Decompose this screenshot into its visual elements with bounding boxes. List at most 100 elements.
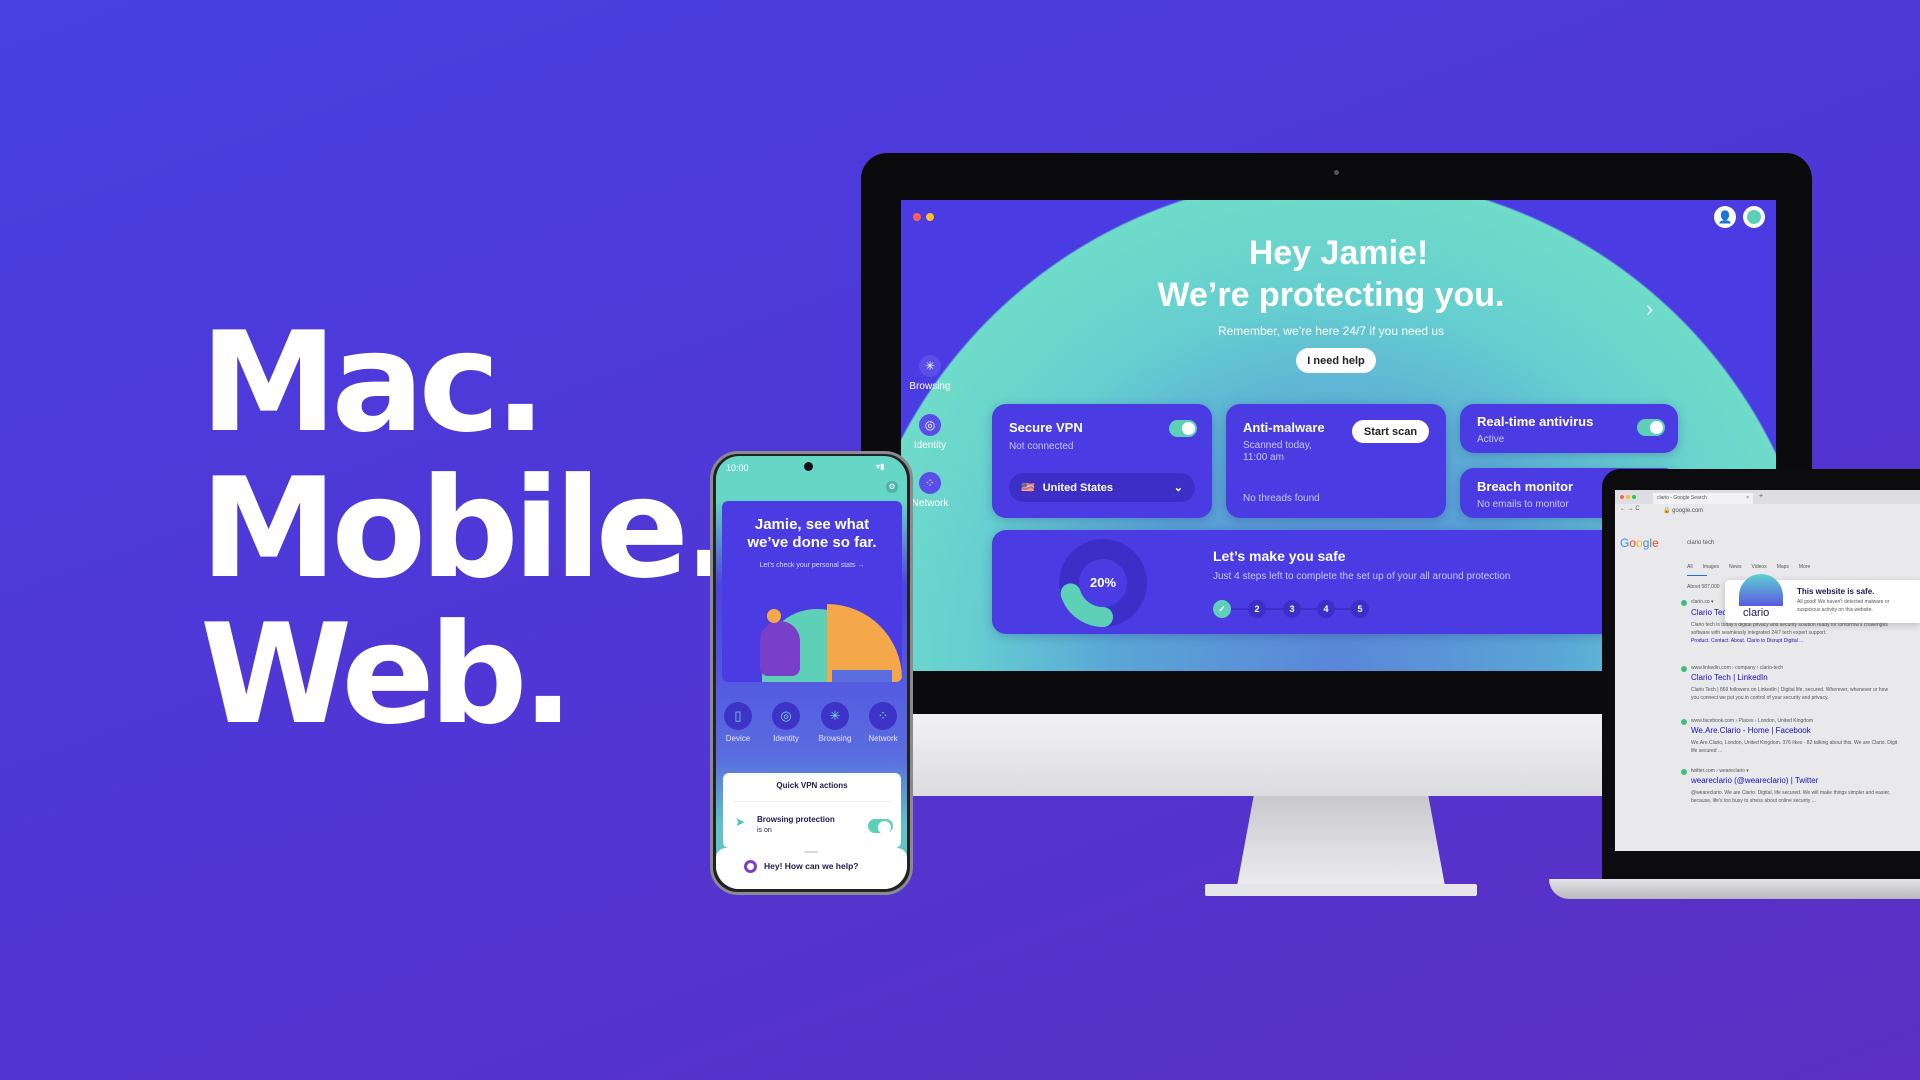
network-icon: ⁘: [869, 702, 897, 730]
result-desc: life secured ...: [1691, 748, 1723, 754]
need-help-button[interactable]: I need help: [1296, 348, 1376, 373]
illustration-person: [760, 621, 800, 676]
chat-bubble-icon: [744, 860, 757, 873]
search-tab-images[interactable]: Images: [1703, 564, 1719, 570]
result-desc: you connect we put you in control of you…: [1691, 695, 1829, 701]
safe-check-icon: [1681, 666, 1687, 672]
step-4[interactable]: 4: [1317, 600, 1335, 618]
banner-title-line1: Jamie, see what: [754, 516, 870, 533]
quick-vpn-card: Quick VPN actions ➤ Browsing protection …: [723, 773, 901, 848]
identity-icon: ◎: [772, 702, 800, 730]
monitor-stand: [1237, 796, 1445, 886]
result-desc: because, life's too busy to stress about…: [1691, 798, 1816, 804]
search-tab-all[interactable]: All: [1687, 564, 1693, 570]
card-title: Secure VPN: [1009, 420, 1083, 435]
result-desc: We.Are.Clario, London, United Kingdom. 3…: [1691, 740, 1898, 746]
card-title: Anti-malware: [1243, 420, 1325, 435]
nav-label: Browsing: [818, 734, 852, 743]
card-status: Not connected: [1009, 441, 1074, 452]
window-close-button[interactable]: [913, 213, 921, 221]
active-tab-underline: [1687, 575, 1707, 576]
search-tab-maps[interactable]: Maps: [1777, 564, 1789, 570]
search-tab-news[interactable]: News: [1729, 564, 1742, 570]
illustration-person-head: [767, 609, 781, 623]
clario-safe-popup: clario This website is safe. All good! W…: [1725, 574, 1920, 623]
search-tab-more[interactable]: More: [1799, 564, 1810, 570]
window-minimize-button[interactable]: [926, 213, 934, 221]
browser-tab[interactable]: clario - Google Search ×: [1653, 493, 1753, 504]
setup-title: Let’s make you safe: [1213, 548, 1346, 564]
greeting-title: Hey Jamie!: [1248, 234, 1429, 272]
cursor-icon: ✳: [919, 355, 941, 377]
send-icon: ➤: [735, 815, 746, 829]
identity-icon: ◎: [919, 414, 941, 436]
step-5[interactable]: 5: [1351, 600, 1369, 618]
result-title-link[interactable]: weareclario (@weareclario) | Twitter: [1691, 776, 1818, 785]
result-sitelinks[interactable]: Product. Contact. About. Clario to Disru…: [1691, 638, 1803, 644]
nav-arrows-icon[interactable]: ← → C: [1620, 506, 1640, 512]
settings-gear-icon[interactable]: ⚙: [886, 481, 898, 493]
result-desc: Clario Tech | 869 followers on LinkedIn …: [1691, 687, 1889, 693]
divider: [733, 801, 891, 802]
tab-title: clario - Google Search: [1657, 495, 1707, 501]
start-scan-button[interactable]: Start scan: [1352, 420, 1429, 443]
network-icon: ⁘: [919, 472, 941, 494]
result-title-link[interactable]: Clario Tech | LinkedIn: [1691, 673, 1768, 682]
window-minimize-button[interactable]: [1626, 495, 1630, 499]
hero-line-web: Web.: [200, 594, 574, 755]
cursor-icon: ✳: [821, 702, 849, 730]
window-maximize-button[interactable]: [1632, 495, 1636, 499]
search-tabs: All Images News Videos Maps More: [1687, 564, 1810, 570]
step-2[interactable]: 2: [1248, 600, 1266, 618]
monitor-camera: [1334, 170, 1339, 175]
progress-label: 20%: [1089, 575, 1117, 590]
chat-bar[interactable]: Hey! How can we help?: [716, 848, 907, 889]
address-bar[interactable]: 🔒 google.com: [1663, 507, 1913, 514]
secure-vpn-card: Secure VPN Not connected 🇺🇸 United State…: [992, 404, 1212, 518]
url-text: google.com: [1672, 508, 1704, 514]
country-value: United States: [1042, 481, 1113, 494]
drag-handle[interactable]: [804, 851, 818, 853]
nav-label: Identity: [773, 734, 799, 743]
safe-check-icon: [1681, 769, 1687, 775]
scan-time: 11:00 am: [1243, 452, 1284, 463]
browsing-protection-label: Browsing protection: [757, 815, 835, 824]
realtime-antivirus-card: Real-time antivirus Active: [1460, 404, 1678, 453]
result-title-link[interactable]: We.Are.Clario - Home | Facebook: [1691, 726, 1811, 735]
search-tab-videos[interactable]: Videos: [1751, 564, 1766, 570]
vpn-toggle[interactable]: [1169, 420, 1197, 437]
monitor-foot: [1205, 884, 1477, 896]
result-cite: www.facebook.com › Places › London, Unit…: [1691, 718, 1814, 724]
result-cite: clario.co ▾: [1691, 599, 1714, 605]
status-indicator-icon[interactable]: [1743, 206, 1765, 228]
result-count: About 587,000: [1687, 584, 1720, 590]
card-status: No emails to monitor: [1477, 499, 1569, 510]
flag-us-icon: 🇺🇸: [1021, 482, 1035, 494]
hero-line-mac: Mac.: [200, 302, 547, 463]
country-select[interactable]: 🇺🇸 United States ⌄: [1009, 473, 1195, 502]
scan-result: No threads found: [1243, 493, 1320, 504]
close-tab-icon[interactable]: ×: [1746, 495, 1749, 501]
stats-banner[interactable]: Jamie, see what we’ve done so far. Let’s…: [722, 501, 902, 682]
search-input[interactable]: clario tech: [1687, 540, 1714, 546]
profile-icon[interactable]: 👤: [1714, 206, 1736, 228]
clario-logo-orb: [1739, 574, 1783, 606]
new-tab-icon[interactable]: +: [1759, 493, 1763, 500]
step-3[interactable]: 3: [1283, 600, 1301, 618]
step-1-complete[interactable]: ✓: [1213, 600, 1231, 618]
anti-malware-card: Anti-malware Scanned today, 11:00 am No …: [1226, 404, 1446, 518]
result-desc: @weareclario. We are Clario. Digital, li…: [1691, 790, 1891, 796]
card-title: Real-time antivirus: [1477, 414, 1594, 429]
status-time: 10:00: [726, 463, 749, 473]
popup-body: suspicious activity on this website.: [1797, 607, 1873, 613]
browsing-protection-toggle[interactable]: [868, 819, 893, 834]
antivirus-toggle[interactable]: [1637, 419, 1665, 436]
signal-battery-icon: ▾▮: [876, 462, 885, 471]
window-close-button[interactable]: [1620, 495, 1624, 499]
stats-link[interactable]: Let’s check your personal stats →: [722, 562, 902, 569]
google-logo: Google: [1620, 536, 1659, 550]
popup-title: This website is safe.: [1797, 587, 1875, 596]
chevron-right-icon[interactable]: ›: [1646, 296, 1653, 322]
safe-check-icon: [1681, 600, 1687, 606]
setup-progress-card: 20% Let’s make you safe Just 4 steps lef…: [992, 530, 1692, 634]
